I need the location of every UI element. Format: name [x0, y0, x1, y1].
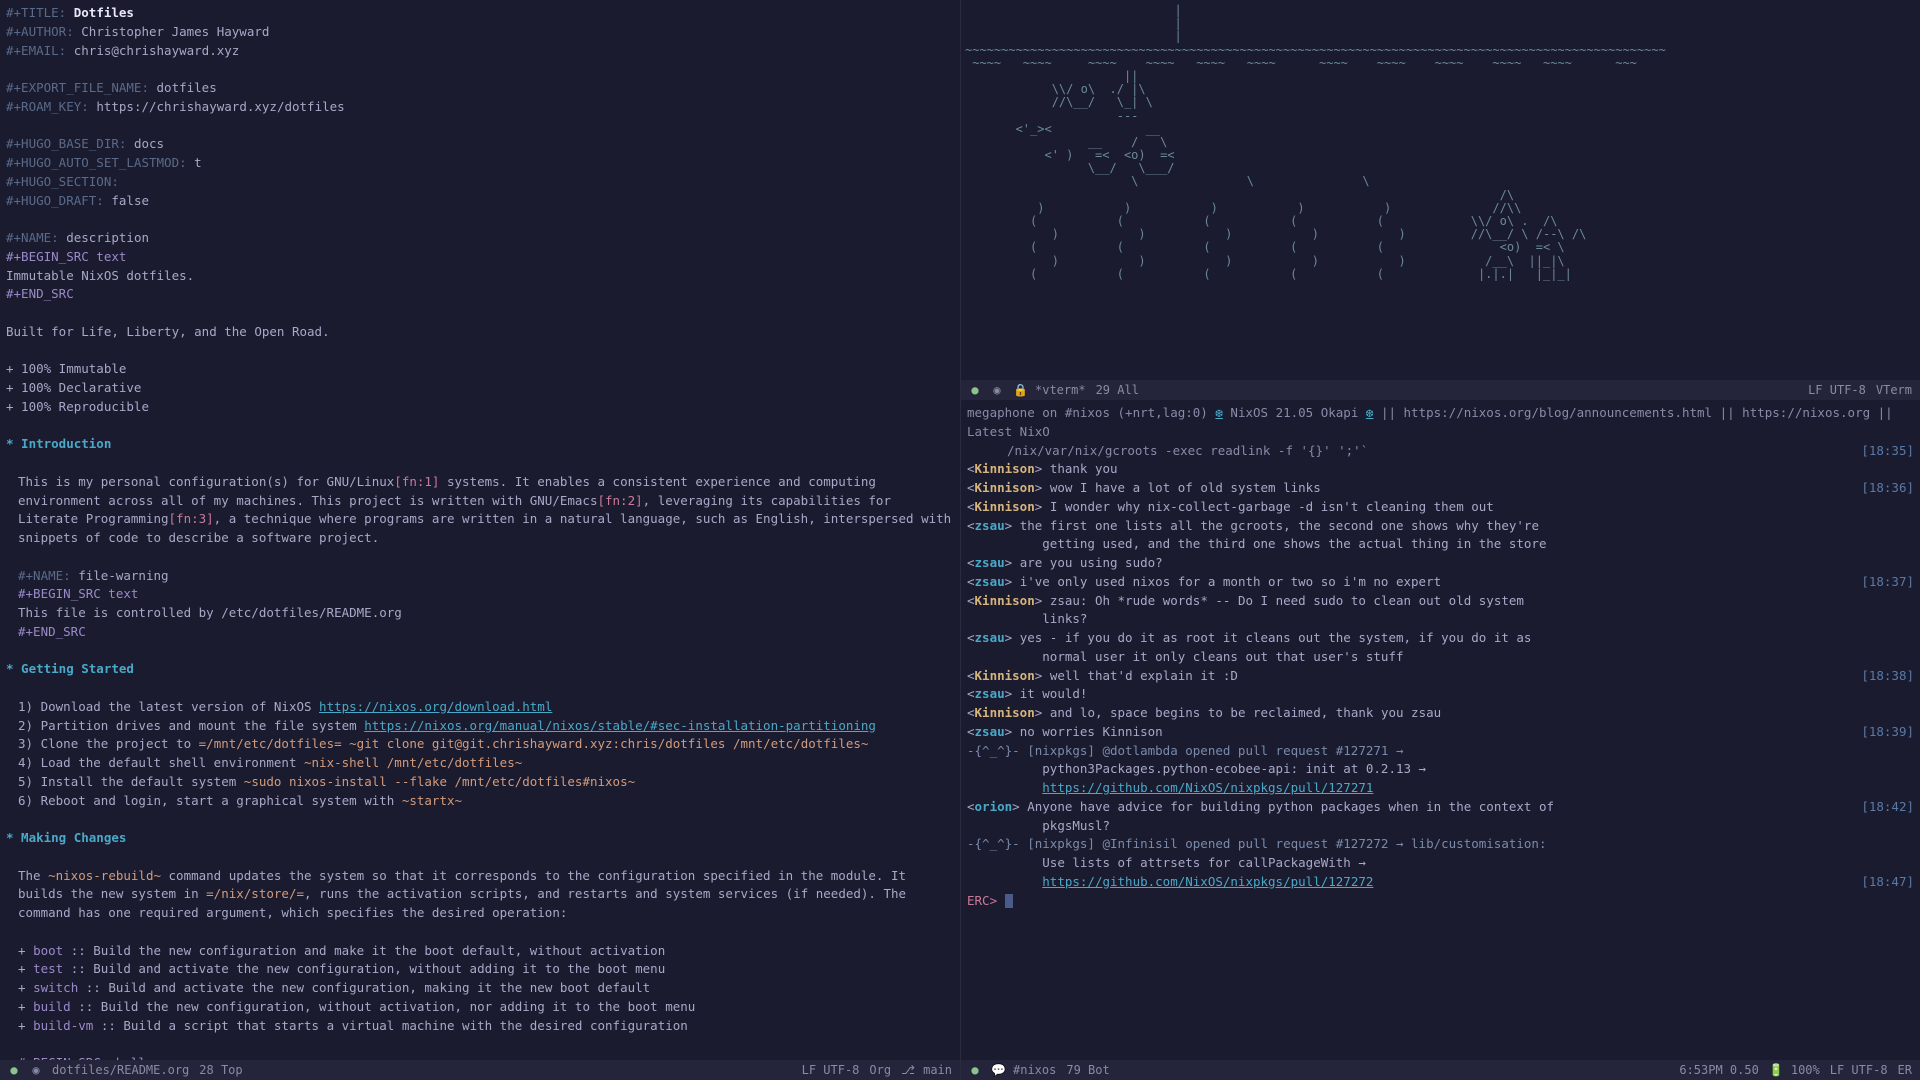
dot-icon: ● — [969, 381, 981, 399]
erc-line: [18:36]<Kinnison> wow I have a lot of ol… — [967, 479, 1914, 498]
footnote-3[interactable]: [fn:3] — [169, 511, 214, 526]
erc-line: Use lists of attrsets for callPackageWit… — [967, 854, 1914, 873]
footnote-1[interactable]: [fn:1] — [394, 474, 439, 489]
vcs-icon: ◉ — [30, 1061, 42, 1079]
modeline-mode: Org — [869, 1061, 891, 1079]
org-kw-email: #+EMAIL: — [6, 43, 66, 58]
bullet: + 100% Reproducible — [6, 398, 954, 417]
modeline-enc: LF UTF-8 — [1830, 1061, 1888, 1079]
ascii-art: | | | ~~~~~~~~~~~~~~~~~~~~~~~~~~~~~~~~~~… — [965, 4, 1916, 281]
org-author: Christopher James Hayward — [81, 24, 269, 39]
lock-icon: 🔒 — [1013, 381, 1025, 399]
erc-line: <zsau> the first one lists all the gcroo… — [967, 517, 1914, 536]
erc-topic: megaphone on #nixos (+nrt,lag:0) ❆ NixOS… — [967, 404, 1914, 442]
bullet: + 100% Immutable — [6, 360, 954, 379]
desc-body: Immutable NixOS dotfiles. — [6, 267, 954, 286]
erc-line: <Kinnison> and lo, space begins to be re… — [967, 704, 1914, 723]
cursor — [1005, 894, 1013, 908]
modeline-channel: #nixos — [1013, 1061, 1056, 1079]
erc-line: pkgsMusl? — [967, 817, 1914, 836]
erc-line: links? — [967, 610, 1914, 629]
modeline-name: *vterm* — [1035, 381, 1086, 399]
org-kw-title: #+TITLE: — [6, 5, 66, 20]
modeline-org[interactable]: ● ◉ dotfiles/README.org 28 Top LF UTF-8 … — [0, 1060, 960, 1080]
heading-making-changes[interactable]: * Making Changes — [6, 829, 954, 848]
end-src: #+END_SRC — [6, 285, 954, 304]
erc-buffer[interactable]: megaphone on #nixos (+nrt,lag:0) ❆ NixOS… — [961, 400, 1920, 1080]
erc-line: [18:47] https://github.com/NixOS/nixpkgs… — [967, 873, 1914, 892]
modeline-clock: 6:53PM 0.50 — [1679, 1061, 1758, 1079]
heading-getting-started[interactable]: * Getting Started — [6, 660, 954, 679]
erc-line: [18:42]<orion> Anyone have advice for bu… — [967, 798, 1914, 817]
erc-link[interactable]: https://github.com/NixOS/nixpkgs/pull/12… — [1042, 780, 1373, 795]
dot-icon: ● — [969, 1061, 981, 1079]
erc-line: -{^_^}- [nixpkgs] @Infinisil opened pull… — [967, 835, 1914, 854]
modeline-mode: VTerm — [1876, 381, 1912, 399]
erc-line: [18:38]<Kinnison> well that'd explain it… — [967, 667, 1914, 686]
org-email: chris@chrishayward.xyz — [74, 43, 240, 58]
erc-line: -{^_^}- [nixpkgs] @dotlambda opened pull… — [967, 742, 1914, 761]
erc-line: python3Packages.python-ecobee-api: init … — [967, 760, 1914, 779]
erc-line: <zsau> are you using sudo? — [967, 554, 1914, 573]
bullet: + 100% Declarative — [6, 379, 954, 398]
erc-line: <Kinnison> I wonder why nix-collect-garb… — [967, 498, 1914, 517]
modeline-battery: 100% — [1791, 1061, 1820, 1079]
org-title: Dotfiles — [74, 5, 134, 20]
erc-line: [18:37]<zsau> i've only used nixos for a… — [967, 573, 1914, 592]
dot-icon: ● — [8, 1061, 20, 1079]
modeline-pos: 28 Top — [199, 1061, 242, 1079]
modeline-pos: 79 Bot — [1066, 1061, 1109, 1079]
chat-icon: 💬 — [991, 1061, 1003, 1079]
erc-line: <Kinnison> zsau: Oh *rude words* -- Do I… — [967, 592, 1914, 611]
modeline-file: dotfiles/README.org — [52, 1061, 189, 1079]
erc-line: getting used, and the third one shows th… — [967, 535, 1914, 554]
modeline-erc[interactable]: ● 💬 #nixos 79 Bot 6:53PM 0.50 🔋 100% LF … — [961, 1060, 1920, 1080]
link-nixos-download[interactable]: https://nixos.org/download.html — [319, 699, 552, 714]
modeline-pos: 29 All — [1096, 381, 1139, 399]
tagline: Built for Life, Liberty, and the Open Ro… — [6, 323, 954, 342]
battery-icon: 🔋 — [1769, 1061, 1781, 1079]
erc-link[interactable]: https://github.com/NixOS/nixpkgs/pull/12… — [1042, 874, 1373, 889]
modeline-vterm[interactable]: ● ◉ 🔒 *vterm* 29 All LF UTF-8 VTerm — [961, 380, 1920, 400]
circle-icon: ◉ — [991, 381, 1003, 399]
heading-introduction[interactable]: * Introduction — [6, 435, 954, 454]
org-kw-author: #+AUTHOR: — [6, 24, 74, 39]
erc-line: normal user it only cleans out that user… — [967, 648, 1914, 667]
modeline-mode: ER — [1898, 1061, 1912, 1079]
modeline-branch: main — [923, 1061, 952, 1079]
erc-line: <zsau> it would! — [967, 685, 1914, 704]
vterm-buffer[interactable]: | | | ~~~~~~~~~~~~~~~~~~~~~~~~~~~~~~~~~~… — [961, 0, 1920, 400]
branch-icon: ⎇ — [901, 1061, 913, 1079]
modeline-enc: LF UTF-8 — [802, 1061, 860, 1079]
modeline-enc: LF UTF-8 — [1808, 381, 1866, 399]
erc-prompt[interactable]: ERC> — [967, 892, 1914, 911]
erc-line: <zsau> yes - if you do it as root it cle… — [967, 629, 1914, 648]
erc-line: [18:39]<zsau> no worries Kinnison — [967, 723, 1914, 742]
getting-started-list: 1) Download the latest version of NixOS … — [6, 698, 954, 811]
begin-src-text: #+BEGIN_SRC text — [6, 248, 954, 267]
footnote-2[interactable]: [fn:2] — [597, 493, 642, 508]
org-buffer[interactable]: #+TITLE: Dotfiles #+AUTHOR: Christopher … — [0, 0, 960, 1080]
erc-line: https://github.com/NixOS/nixpkgs/pull/12… — [967, 779, 1914, 798]
erc-line: <Kinnison> thank you — [967, 460, 1914, 479]
link-nixos-partition[interactable]: https://nixos.org/manual/nixos/stable/#s… — [364, 718, 876, 733]
